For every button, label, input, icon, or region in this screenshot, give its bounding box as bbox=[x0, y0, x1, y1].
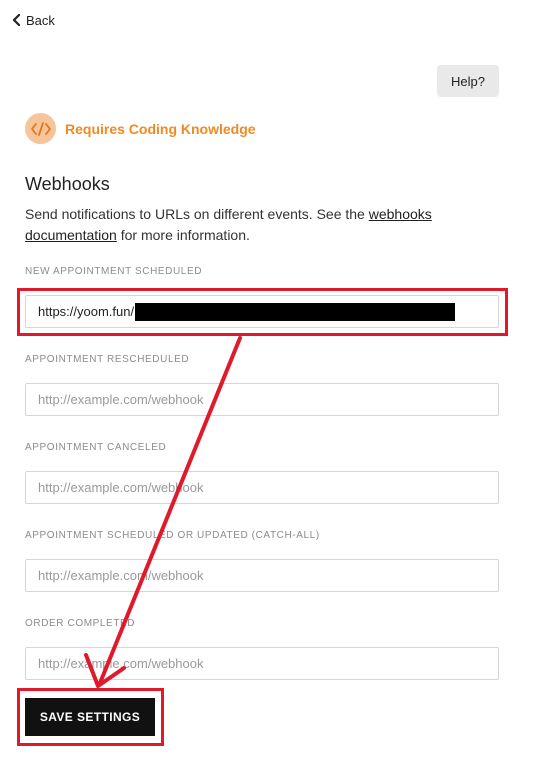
back-label: Back bbox=[26, 12, 55, 28]
code-icon bbox=[25, 113, 56, 144]
webhooks-link[interactable]: webhooks bbox=[369, 206, 432, 222]
new-appointment-url-value: https://yoom.fun/ bbox=[38, 304, 135, 319]
field-label-rescheduled: APPOINTMENT RESCHEDULED bbox=[25, 354, 190, 365]
back-link[interactable]: Back bbox=[12, 10, 55, 30]
coding-knowledge-badge: Requires Coding Knowledge bbox=[25, 113, 256, 144]
redacted-block bbox=[135, 302, 456, 321]
rescheduled-url-input[interactable] bbox=[25, 383, 499, 416]
documentation-link[interactable]: documentation bbox=[25, 227, 117, 243]
description-text-end: for more information. bbox=[116, 227, 250, 243]
field-label-catch-all: APPOINTMENT SCHEDULED OR UPDATED (CATCH-… bbox=[25, 530, 320, 541]
new-appointment-url-input[interactable]: https://yoom.fun/ bbox=[25, 295, 499, 328]
webhooks-title: Webhooks bbox=[25, 174, 110, 194]
coding-knowledge-label: Requires Coding Knowledge bbox=[65, 120, 256, 137]
help-button[interactable]: Help? bbox=[437, 65, 499, 97]
catch-all-url-input[interactable] bbox=[25, 559, 499, 592]
chevron-left-icon bbox=[12, 14, 21, 26]
webhooks-description: Send notifications to URLs on different … bbox=[25, 204, 505, 246]
field-label-order-completed: ORDER COMPLETED bbox=[25, 618, 136, 629]
save-settings-button[interactable]: SAVE SETTINGS bbox=[25, 698, 155, 736]
canceled-url-input[interactable] bbox=[25, 471, 499, 504]
field-label-new-appointment: NEW APPOINTMENT SCHEDULED bbox=[25, 266, 203, 277]
field-label-canceled: APPOINTMENT CANCELED bbox=[25, 442, 167, 453]
order-completed-url-input[interactable] bbox=[25, 647, 499, 680]
description-text: Send notifications to URLs on different … bbox=[25, 206, 369, 222]
